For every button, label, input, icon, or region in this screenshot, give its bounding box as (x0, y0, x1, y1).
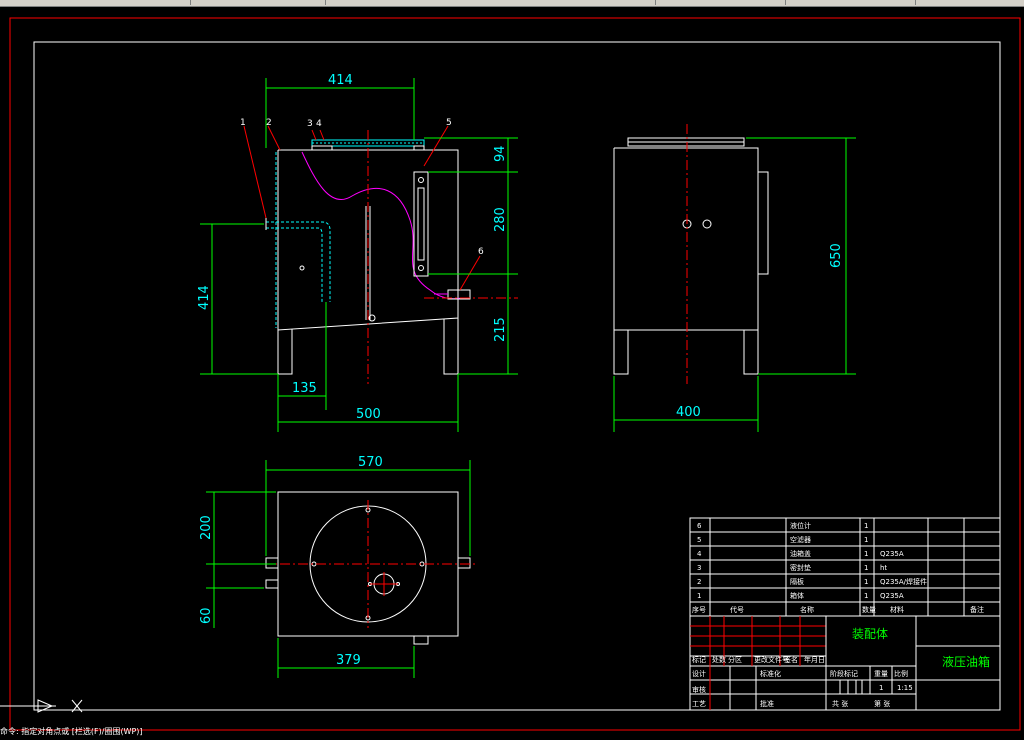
assembly-label: 装配体 (852, 627, 888, 641)
svg-text:年月日: 年月日 (804, 655, 825, 664)
svg-text:分区: 分区 (728, 655, 742, 664)
svg-text:标记: 标记 (692, 655, 706, 664)
dim-60: 60 (199, 607, 214, 624)
bom-row: 2 隔板 1 Q235A/焊接件 (697, 577, 927, 586)
svg-text:1: 1 (864, 578, 868, 586)
drawing-name: 液压油箱 (942, 654, 990, 669)
svg-text:ht: ht (880, 564, 887, 572)
sheet-frame (33, 41, 1001, 711)
bom-table: 6 液位计 1 5 空滤器 1 4 油箱盖 1 Q235A 3 密封垫 1 ht… (689, 517, 1001, 617)
svg-text:共 张: 共 张 (832, 699, 848, 708)
balloon-6: 6 (478, 247, 484, 257)
svg-text:1: 1 (864, 550, 868, 558)
svg-text:液位计: 液位计 (790, 521, 811, 530)
svg-text:1: 1 (864, 564, 868, 572)
svg-text:批准: 批准 (760, 699, 774, 708)
svg-text:材料: 材料 (890, 605, 904, 614)
dim-200: 200 (199, 515, 214, 540)
balloon-5: 5 (446, 118, 452, 128)
svg-text:5: 5 (697, 536, 701, 544)
svg-text:标准化: 标准化 (760, 669, 781, 678)
svg-text:空滤器: 空滤器 (790, 535, 811, 544)
svg-text:4: 4 (697, 550, 702, 558)
title-block: 装配体 液压油箱 标记 处数 分区 更改文件号 签名 年月日 设计 审核 工艺 … (689, 615, 1001, 711)
svg-text:密封垫: 密封垫 (790, 563, 811, 572)
level-spline (301, 151, 463, 300)
svg-text:2: 2 (697, 578, 701, 586)
side-view: 650 400 (613, 124, 856, 432)
svg-text:Q235A/焊接件: Q235A/焊接件 (880, 577, 927, 586)
svg-text:签名: 签名 (784, 655, 798, 664)
dim-94: 94 (493, 145, 508, 162)
dim-650: 650 (829, 243, 844, 268)
balloon-4: 4 (316, 119, 322, 129)
dim-280: 280 (493, 207, 508, 232)
dim-379: 379 (336, 653, 361, 668)
svg-text:比例: 比例 (894, 669, 908, 678)
toolbar-segment[interactable] (0, 0, 191, 5)
svg-text:设计: 设计 (692, 669, 706, 678)
toolbar-segment[interactable] (325, 0, 656, 5)
svg-text:备注: 备注 (970, 605, 984, 614)
dim-left-414: 414 (197, 285, 212, 310)
svg-text:1: 1 (864, 522, 868, 530)
svg-text:箱体: 箱体 (790, 591, 804, 600)
balloon-1: 1 (240, 118, 246, 128)
bom-header: 序号 (692, 605, 706, 614)
balloon-3: 3 (307, 119, 313, 129)
svg-text:油箱盖: 油箱盖 (790, 549, 811, 558)
toolbar-segment[interactable] (190, 0, 326, 5)
svg-text:审核: 审核 (692, 685, 706, 694)
svg-text:重量: 重量 (874, 670, 888, 678)
dim-135: 135 (292, 381, 317, 396)
svg-text:第 张: 第 张 (874, 699, 890, 708)
cad-drawing[interactable]: 1 2 3 4 5 6 414 414 135 500 94 280 215 6… (0, 6, 1024, 736)
svg-text:1: 1 (697, 592, 701, 600)
svg-text:阶段标记: 阶段标记 (830, 669, 858, 678)
svg-text:工艺: 工艺 (692, 700, 706, 708)
svg-text:3: 3 (697, 564, 701, 572)
qty-value: 1 (879, 684, 883, 692)
balloon-2: 2 (266, 118, 272, 128)
svg-text:代号: 代号 (730, 605, 744, 614)
bom-row: 4 油箱盖 1 Q235A (697, 549, 904, 558)
front-view: 1 2 3 4 5 6 414 414 135 500 94 280 215 (197, 73, 518, 432)
svg-text:隔板: 隔板 (790, 577, 804, 586)
svg-text:1: 1 (864, 536, 868, 544)
svg-text:数量: 数量 (862, 605, 876, 614)
scale-value: 1:15 (897, 684, 913, 692)
drawing-canvas[interactable]: 1 2 3 4 5 6 414 414 135 500 94 280 215 6… (0, 6, 1024, 736)
bom-row: 5 空滤器 1 (697, 535, 868, 544)
tank-leg-right (443, 318, 459, 375)
svg-text:Q235A: Q235A (880, 592, 904, 600)
svg-text:处数: 处数 (712, 655, 726, 664)
svg-text:1: 1 (864, 592, 868, 600)
toolbar-segment[interactable] (655, 0, 786, 5)
dim-top-414: 414 (328, 73, 353, 88)
svg-text:6: 6 (697, 522, 702, 530)
bom-row: 6 液位计 1 (697, 521, 868, 530)
top-view: 570 200 60 379 (199, 455, 478, 678)
dim-500: 500 (356, 407, 381, 422)
bom-row: 3 密封垫 1 ht (697, 563, 887, 572)
dim-570: 570 (358, 455, 383, 470)
svg-text:名称: 名称 (800, 605, 814, 614)
side-body (613, 147, 759, 375)
dim-400: 400 (676, 405, 701, 420)
svg-text:Q235A: Q235A (880, 550, 904, 558)
dim-215: 215 (493, 317, 508, 342)
command-line[interactable]: 命令: 指定对角点或 [栏选(F)/圈围(WP)] (0, 727, 220, 736)
bom-row: 1 箱体 1 Q235A (697, 591, 904, 600)
toolbar-segment[interactable] (785, 0, 916, 5)
tank-leg-left (277, 329, 293, 375)
